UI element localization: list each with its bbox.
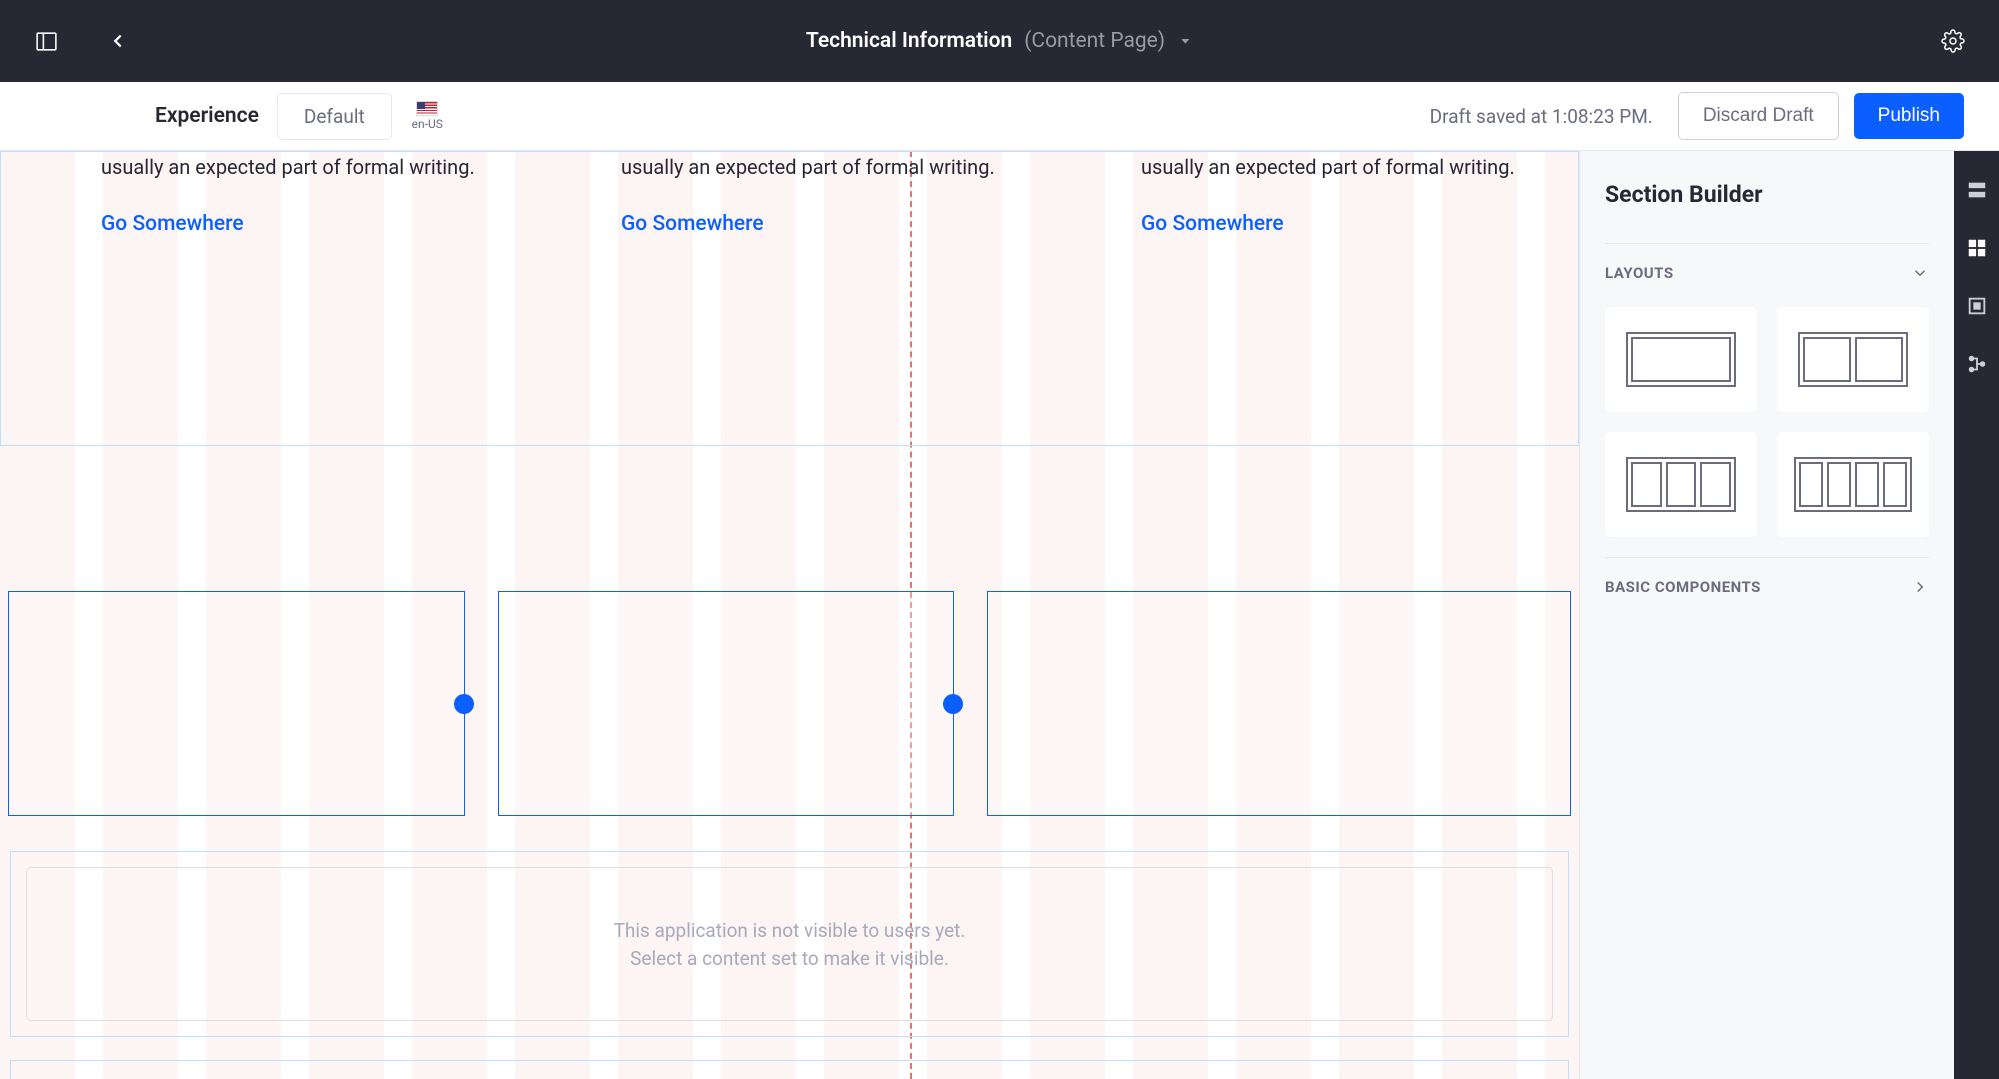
go-somewhere-link[interactable]: Go Somewhere [1141,212,1284,236]
go-somewhere-link[interactable]: Go Somewhere [621,212,764,236]
discard-draft-button[interactable]: Discard Draft [1678,92,1839,140]
back-icon[interactable] [102,25,134,57]
card-text: usually an expected part of formal writi… [621,152,1001,182]
card-column[interactable]: usually an expected part of formal writi… [1141,152,1521,236]
panel-title: Section Builder [1605,181,1929,208]
chevron-down-icon [1177,33,1193,49]
info-section[interactable]: This application is not visible to users… [10,851,1569,1037]
layouts-section-toggle[interactable]: LAYOUTS [1605,264,1929,282]
layout-option-2col[interactable] [1777,307,1929,412]
rail-widget-icon[interactable] [1963,292,1991,320]
section-builder-panel: Section Builder LAYOUTS [1579,151,1954,1079]
draft-saved-label: Draft saved at 1:08:23 PM. [1430,105,1653,128]
card-column[interactable]: usually an expected part of formal writi… [101,152,481,236]
go-somewhere-link[interactable]: Go Somewhere [101,212,244,236]
rail-sections-icon[interactable] [1963,176,1991,204]
dropzone-row[interactable] [8,591,1571,816]
page-title: Technical Information [806,29,1012,53]
canvas[interactable]: usually an expected part of formal writi… [0,151,1579,1079]
article-section[interactable]: Afbeelding COIN Test Test Modified 20 Ho… [10,1060,1569,1079]
column-resize-handle[interactable] [943,694,963,714]
experience-label: Experience [155,104,259,128]
right-rail [1954,151,1999,1079]
dropzone-column[interactable] [987,591,1571,816]
column-resize-handle[interactable] [454,694,474,714]
top-bar: Technical Information (Content Page) [0,0,1999,82]
page-type-label: (Content Page) [1024,29,1165,53]
rail-tree-icon[interactable] [1963,350,1991,378]
dropzone-column[interactable] [498,591,955,816]
flag-us-icon [416,101,438,116]
layout-option-3col[interactable] [1605,432,1757,537]
basic-components-section-toggle[interactable]: BASIC COMPONENTS [1605,578,1929,596]
layout-option-1col[interactable] [1605,307,1757,412]
chevron-down-icon [1911,264,1929,282]
experience-select[interactable]: Default [277,93,392,140]
layout-option-4col[interactable] [1777,432,1929,537]
dropzone-column[interactable] [8,591,465,816]
locale-selector[interactable]: en-US [412,101,443,131]
experience-bar: Experience Default en-US Draft saved at … [0,82,1999,151]
page-title-dropdown[interactable]: Technical Information (Content Page) [806,29,1193,53]
publish-button[interactable]: Publish [1854,93,1964,139]
card-column[interactable]: usually an expected part of formal writi… [621,152,1001,236]
cards-row-section[interactable]: usually an expected part of formal writi… [0,151,1579,446]
empty-app-notice: This application is not visible to users… [26,867,1553,1021]
chevron-right-icon [1911,578,1929,596]
rail-grid-icon[interactable] [1963,234,1991,262]
card-text: usually an expected part of formal writi… [101,152,481,182]
card-text: usually an expected part of formal writi… [1141,152,1521,182]
gear-icon[interactable] [1937,25,1969,57]
toggle-sidebar-icon[interactable] [30,25,62,57]
